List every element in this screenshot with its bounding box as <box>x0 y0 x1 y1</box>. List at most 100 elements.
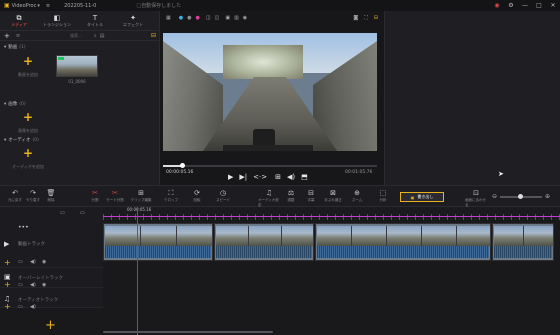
volume-icon[interactable]: ◀) <box>287 173 295 181</box>
zoom-handle[interactable] <box>518 193 524 199</box>
add-new-track-icon[interactable]: + <box>45 318 56 333</box>
collapse-panel-icon[interactable]: ⊟ <box>151 32 156 39</box>
tool-audio-settings-button[interactable]: ♫ オーディオ設定 <box>258 189 280 208</box>
sort-icon[interactable]: ≡ <box>16 33 20 39</box>
notification-icon[interactable]: ◉ <box>490 2 504 9</box>
fit-icon: ⊡ <box>473 189 479 197</box>
tool-subtitle-button[interactable]: ⊟ 字幕 <box>300 189 322 203</box>
stabilize-icon: ⊠ <box>330 189 336 197</box>
close-icon[interactable]: ✕ <box>546 2 560 9</box>
tool-rotate-button[interactable]: ⟳ 回転 <box>186 189 208 203</box>
library-search-input[interactable]: 検索... <box>70 33 82 39</box>
add-media-button[interactable]: + <box>4 32 10 40</box>
lock-icon[interactable]: ▭ <box>18 259 23 265</box>
tab-title[interactable]: T タイトル <box>76 11 114 30</box>
align-icon[interactable]: ◫ <box>206 15 211 21</box>
tool-speed-button[interactable]: ◷ スピード <box>212 189 234 203</box>
media-thumbnail[interactable]: 01_0006 <box>56 55 98 85</box>
tool-analyze-button[interactable]: ⬚ 分析 <box>372 189 394 203</box>
chevron-down-icon[interactable]: ▾ <box>37 3 40 9</box>
lock-icon[interactable]: ▭ <box>60 210 65 216</box>
fit-to-screen-button[interactable]: ⊡ 画面に合わせる <box>465 189 487 208</box>
video-section-count: (1) <box>19 44 26 50</box>
volume-icon[interactable]: ◀) <box>30 259 36 265</box>
media-panel: ⧉ メディア ◧ トランジション T タイトル ✦ エフェクト + ≡ 検索..… <box>0 11 160 185</box>
zoom-track[interactable] <box>500 193 543 199</box>
color-dot-icon[interactable]: ● <box>179 15 183 21</box>
video-section-header[interactable]: ▾ 動画 (1) <box>4 44 26 51</box>
audio-section-header[interactable]: ▾ オーディオ (0) <box>4 137 39 144</box>
lock-icon[interactable]: ▣ <box>225 15 230 21</box>
zoom-out-icon[interactable]: ⊖ <box>492 193 497 200</box>
preview-progress-handle[interactable] <box>180 163 186 168</box>
tool-zoom-tool-button[interactable]: ⊕ ズーム <box>346 189 368 203</box>
snap-icon[interactable]: ▭ <box>80 210 85 216</box>
layout-icon[interactable]: ▥ <box>234 15 239 21</box>
snapshot-icon[interactable]: ◙ <box>353 15 358 21</box>
tab-media-label: メディア <box>11 21 27 27</box>
add-image-button[interactable]: + 画像を追加 <box>16 111 40 134</box>
split-frame-icon[interactable]: <·> <box>253 173 267 181</box>
tool-split-button[interactable]: ✂ 分割 <box>84 189 106 203</box>
title-bar: ▣ VideoProc ▾ ≡ 202205-11-0 □自動保存しました ◉ … <box>0 0 560 11</box>
maximize-icon[interactable]: □ <box>532 2 546 9</box>
eye-icon[interactable]: ◉ <box>243 15 247 21</box>
current-time: 00:00:05.16 <box>166 170 194 175</box>
subtitle-icon: ⊟ <box>308 189 314 197</box>
tool-adjust-button[interactable]: ⚖ 調整 <box>280 189 302 203</box>
tab-transition[interactable]: ◧ トランジション <box>38 11 76 30</box>
app-name[interactable]: VideoProc <box>12 3 37 9</box>
timeline-scrollbar[interactable] <box>103 331 273 333</box>
audio-section-title: オーディオ <box>8 138 31 143</box>
clip-edit-icon: ⊞ <box>138 189 144 197</box>
playhead[interactable] <box>137 207 138 335</box>
add-audio-button[interactable]: + オーディオを追加 <box>10 147 46 170</box>
timeline-ruler[interactable]: ▭ ▭ 00:00:05.16 <box>0 207 560 220</box>
view-icon[interactable]: ▤ <box>100 33 105 39</box>
tool-delete-button[interactable]: 🗑 削除 <box>40 189 62 203</box>
add-track-icon[interactable]: + <box>4 258 11 267</box>
video-clip[interactable] <box>214 223 314 261</box>
zoom-in-icon[interactable]: ⊕ <box>545 193 550 200</box>
volume-icon[interactable]: ◀) <box>30 304 36 310</box>
zoom-slider[interactable]: ⊖ ⊕ <box>492 193 550 200</box>
grid-icon[interactable]: ▦ <box>166 15 171 21</box>
tool-label: クロップ <box>164 198 178 202</box>
panel-toggle-icon[interactable]: ⊟ <box>374 15 378 21</box>
add-image-label: 画像を追加 <box>18 128 38 133</box>
tool-clip-edit-button[interactable]: ⊞ クリップ編集 <box>130 189 152 203</box>
align-icon[interactable]: ◫ <box>215 15 220 21</box>
save-status: □自動保存しました <box>136 3 182 9</box>
plus-icon: + <box>22 54 34 68</box>
add-video-button[interactable]: + 動画を追加 <box>16 54 40 78</box>
search-icon[interactable]: ⌕ <box>94 33 97 39</box>
color-dot-icon[interactable]: ● <box>195 15 199 21</box>
marker-icon[interactable]: ⬒ <box>301 173 308 181</box>
video-clip[interactable] <box>492 223 554 261</box>
play-icon[interactable]: ▶ <box>228 173 233 181</box>
tool-mode-split-button[interactable]: ✂ モード分割 <box>104 189 126 203</box>
image-section-header[interactable]: ▾ 画像 (0) <box>4 101 26 108</box>
color-dot-icon[interactable]: ● <box>187 15 191 21</box>
project-name[interactable]: 202205-11-0 <box>64 3 96 9</box>
settings-icon[interactable]: ⚙ <box>504 2 518 9</box>
clip-frame <box>422 226 457 246</box>
menu-icon[interactable]: ≡ <box>46 3 50 9</box>
tool-label: 字幕 <box>307 198 315 202</box>
minimize-icon[interactable]: — <box>518 2 532 9</box>
tool-stabilize-button[interactable]: ⊠ 手ぶれ補正 <box>322 189 344 203</box>
video-clip[interactable] <box>315 223 491 261</box>
mark-icon[interactable]: ⊞ <box>275 173 281 181</box>
add-track-icon[interactable]: + <box>4 302 11 311</box>
tab-effect[interactable]: ✦ エフェクト <box>114 11 152 30</box>
export-button[interactable]: ▣ 書き出し <box>400 192 444 202</box>
preview-progress-bar[interactable] <box>163 163 377 168</box>
fullscreen-icon[interactable]: ⛶ <box>364 15 368 21</box>
tool-crop-button[interactable]: ⛶ クロップ <box>160 189 182 203</box>
eye-icon[interactable]: ◉ <box>42 259 46 265</box>
tab-media[interactable]: ⧉ メディア <box>0 11 38 30</box>
video-clip[interactable] <box>103 223 213 261</box>
next-frame-icon[interactable]: ▶| <box>239 173 247 181</box>
more-icon[interactable]: ••• <box>18 224 29 231</box>
lock-icon[interactable]: ▭ <box>18 304 23 310</box>
